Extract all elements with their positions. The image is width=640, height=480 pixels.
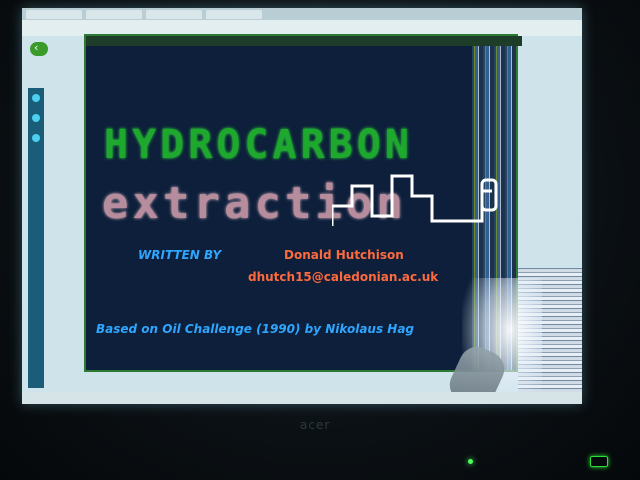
monitor-brand-logo: acer xyxy=(300,418,331,432)
game-title: HYDROCARBON xyxy=(104,122,413,168)
based-on-credit: Based on Oil Challenge (1990) by Nikolau… xyxy=(96,322,415,336)
pipe-graphic xyxy=(332,174,498,226)
back-button[interactable]: ‹ xyxy=(30,41,48,56)
game-window-titlebar xyxy=(86,36,522,46)
monitor-screen: ‹ HYDROCARBON extraction WRITTEN BY Dona… xyxy=(22,8,582,404)
browser-tab-strip xyxy=(22,8,582,20)
sidebar-icon[interactable] xyxy=(32,134,40,142)
sidebar-icon[interactable] xyxy=(32,94,40,102)
browser-tab[interactable] xyxy=(206,9,262,19)
browser-tab[interactable] xyxy=(26,9,82,19)
browser-statusbar xyxy=(22,392,582,404)
browser-tab[interactable] xyxy=(146,9,202,19)
browser-tab[interactable] xyxy=(86,9,142,19)
power-led xyxy=(468,459,473,464)
credit-label: WRITTEN BY xyxy=(138,248,222,262)
game-window[interactable]: HYDROCARBON extraction WRITTEN BY Donald… xyxy=(84,34,522,372)
sidebar xyxy=(28,88,44,388)
sidebar-icon[interactable] xyxy=(32,114,40,122)
credit-email: dhutch15@caledonian.ac.uk xyxy=(248,270,439,284)
power-button[interactable] xyxy=(590,456,608,467)
arrow-left-icon: ‹ xyxy=(34,41,39,54)
credit-name: Donald Hutchison xyxy=(284,248,404,262)
